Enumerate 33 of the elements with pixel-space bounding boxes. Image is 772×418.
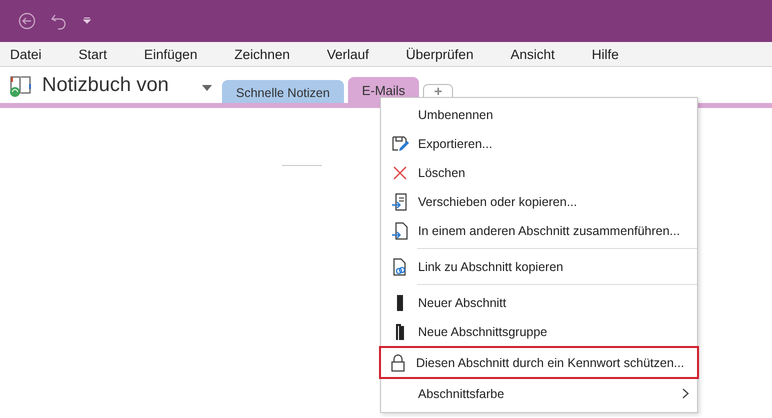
notebook-title[interactable]: Notizbuch von [42, 74, 202, 97]
menu-option[interactable]: Neue Abschnittsgruppe [381, 317, 697, 346]
customize-icon[interactable] [82, 16, 92, 26]
menu-option[interactable]: Diesen Abschnitt durch ein Kennwort schützen... [379, 346, 699, 379]
menu-option[interactable]: Abschnittsfarbe [381, 379, 697, 408]
menu-option[interactable]: In einem anderen Abschnitt zusammenführen... [381, 216, 697, 245]
menu-option[interactable]: Exportieren... [381, 129, 697, 158]
menu-item[interactable]: Zeichnen [234, 46, 290, 62]
menu-item[interactable]: Start [78, 46, 108, 62]
undo-icon[interactable] [50, 12, 68, 30]
menu-option[interactable]: Link zu Abschnitt kopieren [381, 252, 697, 281]
lock-icon [388, 354, 406, 372]
menu-item[interactable]: Ansicht [510, 46, 555, 62]
submenu-chevron-icon [682, 388, 689, 399]
menu-item[interactable]: Verlauf [326, 46, 369, 62]
menu-option[interactable]: Neuer Abschnitt [381, 288, 697, 317]
menu-option[interactable]: Verschieben oder kopieren... [381, 187, 697, 216]
merge-page-icon [390, 222, 408, 240]
notebook-icon[interactable] [8, 74, 34, 98]
link-page-icon [390, 258, 408, 276]
menu-item[interactable]: Einfügen [144, 46, 198, 62]
move-page-icon [390, 192, 408, 210]
save-pencil-icon [390, 134, 408, 152]
section-tab[interactable]: Schnelle Notizen [222, 80, 344, 103]
delete-icon [392, 164, 408, 180]
menu-option[interactable]: Umbenennen [381, 100, 697, 129]
menu-item[interactable]: Hilfe [592, 46, 619, 62]
dropdown-caret-icon[interactable] [202, 85, 212, 91]
back-icon[interactable] [18, 12, 36, 30]
section-icon [396, 294, 402, 310]
menu-option[interactable]: Löschen [381, 158, 697, 187]
menu-item[interactable]: Datei [10, 46, 42, 62]
menu-item[interactable]: Überprüfen [406, 46, 474, 62]
